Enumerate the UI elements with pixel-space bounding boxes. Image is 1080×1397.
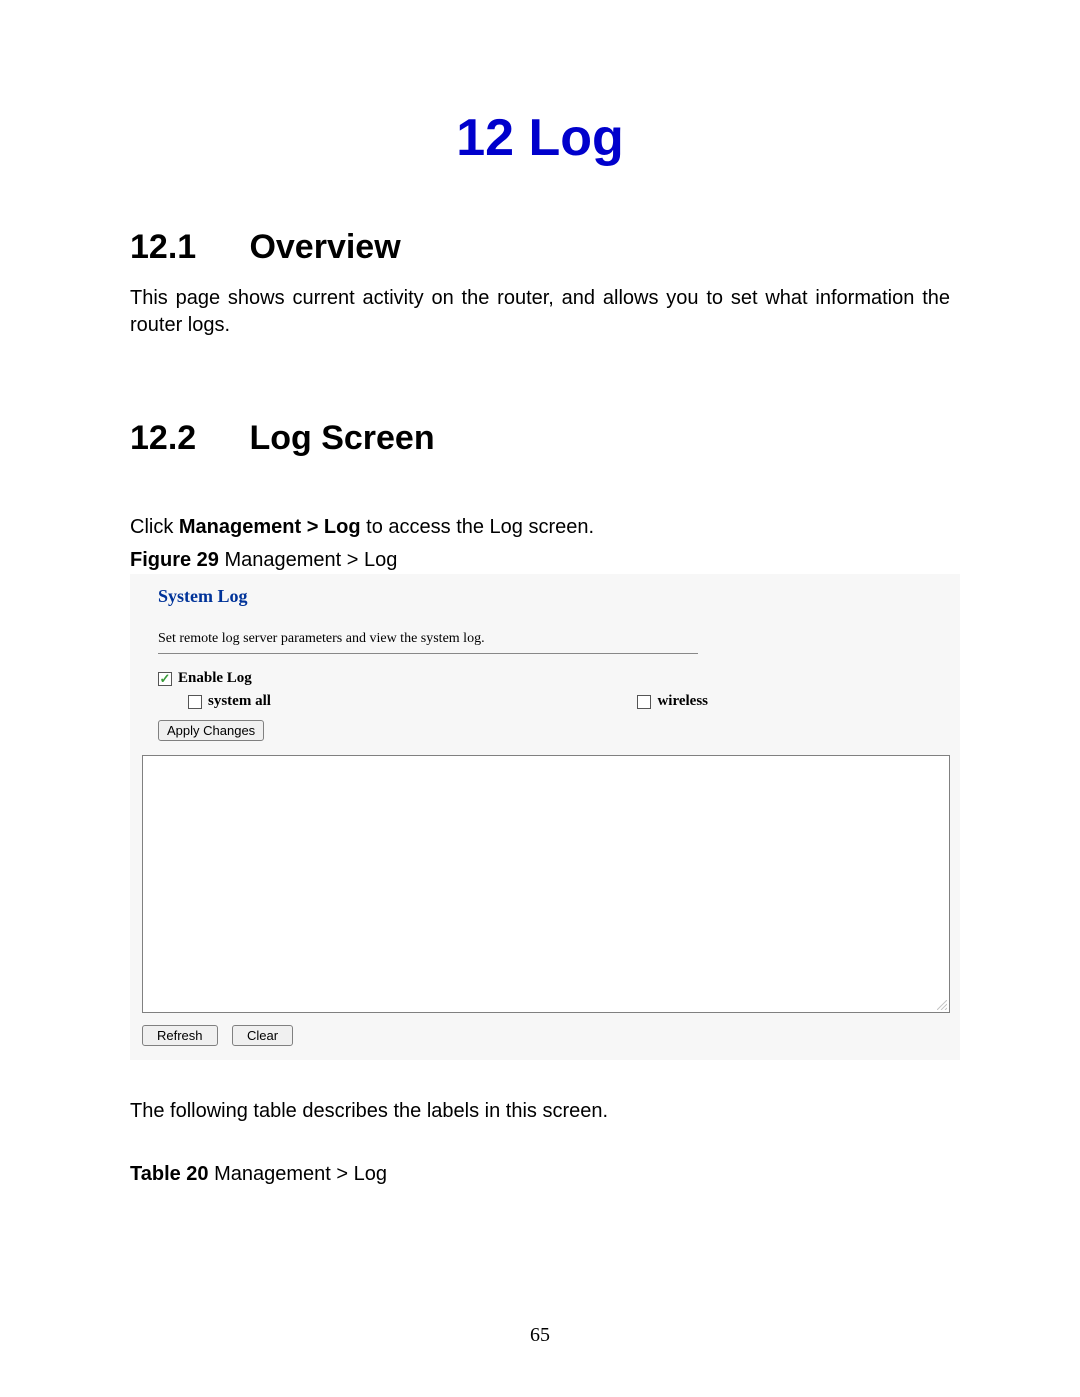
enable-log-row: ✓ Enable Log	[158, 670, 950, 687]
wireless-label: wireless	[657, 693, 708, 710]
log-textarea[interactable]	[142, 755, 950, 1013]
enable-log-checkbox[interactable]: ✓	[158, 672, 172, 686]
apply-row: Apply Changes	[158, 720, 950, 741]
section-number: 12.2	[130, 419, 240, 458]
system-log-title: System Log	[158, 584, 950, 607]
section-heading-logscreen: 12.2 Log Screen	[130, 419, 950, 458]
system-all-checkbox[interactable]	[188, 695, 202, 709]
chapter-name: Log	[529, 109, 624, 167]
resize-grip-icon	[937, 1000, 947, 1010]
instruction-text: Click Management > Log to access the Log…	[130, 516, 950, 539]
log-buttons-row: Refresh Clear	[142, 1025, 950, 1046]
apply-changes-button[interactable]: Apply Changes	[158, 720, 264, 741]
log-options-row: system all wireless	[158, 693, 708, 710]
table-label: Table 20	[130, 1163, 209, 1185]
system-all-label: system all	[208, 693, 271, 710]
system-log-description: Set remote log server parameters and vie…	[158, 631, 950, 647]
instruction-bold: Management > Log	[179, 516, 361, 538]
page-number: 65	[0, 1324, 1080, 1347]
check-icon: ✓	[160, 672, 171, 685]
document-page: 12 Log 12.1 Overview This page shows cur…	[0, 0, 1080, 1397]
chapter-number: 12	[456, 109, 514, 167]
instruction-prefix: Click	[130, 516, 179, 538]
figure-text: Management > Log	[219, 549, 397, 571]
after-figure-text: The following table describes the labels…	[130, 1100, 950, 1123]
section-number: 12.1	[130, 228, 240, 267]
embedded-screenshot: System Log Set remote log server paramet…	[130, 574, 960, 1060]
divider	[158, 653, 698, 654]
chapter-title: 12 Log	[130, 108, 950, 168]
figure-label: Figure 29	[130, 549, 219, 571]
clear-button[interactable]: Clear	[232, 1025, 293, 1046]
section-title: Overview	[249, 228, 400, 266]
instruction-suffix: to access the Log screen.	[361, 516, 594, 538]
enable-log-label: Enable Log	[178, 670, 252, 687]
refresh-button[interactable]: Refresh	[142, 1025, 218, 1046]
table-caption: Table 20 Management > Log	[130, 1163, 950, 1186]
overview-body: This page shows current activity on the …	[130, 285, 950, 339]
table-text: Management > Log	[209, 1163, 387, 1185]
figure-caption: Figure 29 Management > Log	[130, 549, 950, 572]
section-title: Log Screen	[249, 419, 434, 457]
wireless-checkbox[interactable]	[637, 695, 651, 709]
section-heading-overview: 12.1 Overview	[130, 228, 950, 267]
